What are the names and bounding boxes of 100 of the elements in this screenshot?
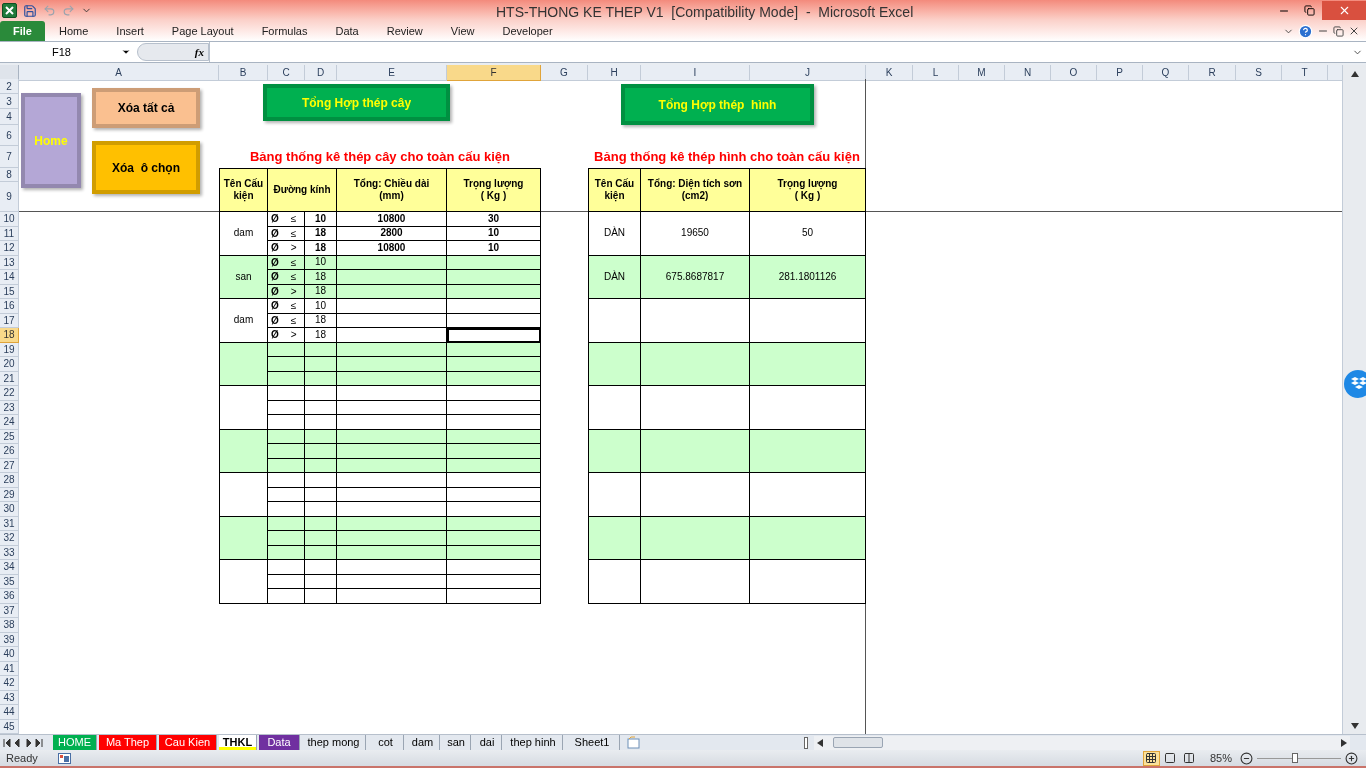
row-heading[interactable]: 16: [0, 299, 19, 314]
diameter-symbol: Ø: [271, 328, 279, 343]
row-heading[interactable]: 3: [0, 94, 19, 109]
ribbon-tab[interactable]: Insert: [102, 21, 158, 41]
comparison-sign: >: [290, 284, 297, 299]
table-cell: 281.1801126: [750, 255, 866, 299]
ribbon-tab[interactable]: Developer: [488, 21, 567, 41]
diameter-symbol: Ø: [271, 212, 279, 227]
diameter-symbol: Ø: [271, 226, 279, 241]
column-heading[interactable]: J: [750, 65, 866, 81]
row-heading[interactable]: 12: [0, 241, 19, 256]
row-heading[interactable]: 34: [0, 560, 19, 575]
column-heading[interactable]: M: [959, 65, 1005, 81]
column-heading[interactable]: S: [1236, 65, 1282, 81]
column-heading[interactable]: G: [541, 65, 588, 81]
diameter-symbol: Ø: [271, 241, 279, 256]
row-heading[interactable]: 30: [0, 502, 19, 517]
column-heading[interactable]: T: [1282, 65, 1328, 81]
table-cell: 18: [305, 241, 337, 256]
table-cell: DÀN: [588, 212, 641, 256]
file-tab[interactable]: File: [0, 21, 45, 41]
row-heading[interactable]: 28: [0, 473, 19, 488]
row-heading[interactable]: 4: [0, 109, 19, 125]
comparison-sign: ≤: [290, 270, 297, 285]
clear-all-button[interactable]: Xóa tất cả: [92, 88, 200, 128]
column-heading[interactable]: H: [588, 65, 641, 81]
row-heading[interactable]: 22: [0, 386, 19, 401]
row-heading[interactable]: 7: [0, 146, 19, 168]
table-cell: 19650: [641, 212, 750, 256]
row-heading[interactable]: 32: [0, 531, 19, 546]
column-heading[interactable]: Q: [1143, 65, 1189, 81]
ribbon-tab[interactable]: View: [436, 21, 489, 41]
row-heading[interactable]: 38: [0, 618, 19, 633]
row-heading[interactable]: 24: [0, 415, 19, 430]
comparison-sign: ≤: [290, 255, 297, 270]
column-heading[interactable]: P: [1097, 65, 1143, 81]
table-cell: 10: [447, 241, 541, 256]
table-cell: 50: [750, 212, 866, 256]
insert-function-button[interactable]: fx: [137, 43, 209, 61]
column-heading[interactable]: C: [268, 65, 305, 81]
row-heading[interactable]: 10: [0, 212, 19, 227]
table-cell: 30: [447, 212, 541, 227]
ribbon-tab[interactable]: Formulas: [247, 21, 322, 41]
ribbon-tab[interactable]: Data: [321, 21, 373, 41]
column-heading[interactable]: I: [641, 65, 750, 81]
comparison-sign: >: [290, 328, 297, 343]
row-heading[interactable]: 8: [0, 168, 19, 182]
column-heading[interactable]: O: [1051, 65, 1097, 81]
row-heading[interactable]: 44: [0, 705, 19, 720]
table-cell: 10: [305, 299, 337, 314]
column-header: Tên Cấu kiện: [588, 168, 641, 212]
row-heading[interactable]: 18: [0, 328, 19, 343]
clear-selection-button[interactable]: Xóa ô chọn: [92, 141, 200, 194]
table-cell: 10800: [337, 241, 447, 256]
column-heading[interactable]: N: [1005, 65, 1051, 81]
column-heading[interactable]: A: [19, 65, 219, 81]
diameter-symbol: Ø: [271, 299, 279, 314]
row-heading[interactable]: 36: [0, 589, 19, 604]
table-cell: 675.8687817: [641, 255, 750, 299]
row-heading[interactable]: 9: [0, 182, 19, 212]
row-heading[interactable]: 6: [0, 125, 19, 146]
column-heading[interactable]: B: [219, 65, 268, 81]
row-heading[interactable]: 2: [0, 79, 19, 94]
component-name: dam: [233, 227, 254, 240]
comparison-sign: ≤: [290, 299, 297, 314]
sheet-tab[interactable]: Ma Thep: [99, 735, 157, 750]
column-header: Đường kính: [268, 168, 337, 212]
column-header: Tổng: Chiều dài (mm): [337, 168, 447, 212]
diameter-symbol: Ø: [271, 313, 279, 328]
sheet-tab[interactable]: Cau Kien: [159, 735, 217, 750]
table-title: Bảng thống kê thép cây cho toàn cấu kiện: [249, 148, 510, 167]
table-cell: 10: [305, 212, 337, 227]
ribbon-tab[interactable]: Page Layout: [157, 21, 248, 41]
column-heading[interactable]: F: [447, 65, 541, 81]
column-heading[interactable]: E: [337, 65, 447, 81]
ribbon-tab[interactable]: Home: [45, 21, 103, 41]
column-header: Tên Cấu kiện: [219, 168, 268, 212]
window-title: HTS-THONG KE THEP V1 [Compatibility Mode] - Microsoft Excel: [496, 3, 914, 22]
sheet-tab[interactable]: Data: [259, 735, 300, 750]
column-heading[interactable]: L: [913, 65, 959, 81]
column-header: Trọng lượng ( Kg ): [750, 168, 866, 212]
zoom-level[interactable]: 85%: [1209, 749, 1232, 767]
ribbon-tab[interactable]: Review: [372, 21, 437, 41]
status-text: Ready: [6, 750, 38, 766]
diameter-symbol: Ø: [271, 270, 279, 285]
column-heading[interactable]: R: [1189, 65, 1236, 81]
sheet-tab[interactable]: THKL: [219, 735, 257, 750]
component-name: san: [235, 270, 252, 283]
diameter-symbol: Ø: [271, 255, 279, 270]
name-box[interactable]: F18: [0, 42, 135, 62]
row-heading[interactable]: 20: [0, 357, 19, 372]
component-name: dam: [233, 314, 254, 327]
row-heading[interactable]: 26: [0, 444, 19, 459]
row-heading[interactable]: 14: [0, 270, 19, 285]
diameter-symbol: Ø: [271, 284, 279, 299]
row-heading[interactable]: 40: [0, 647, 19, 662]
column-heading[interactable]: K: [866, 65, 913, 81]
column-heading[interactable]: D: [305, 65, 337, 81]
table-cell: 18: [305, 270, 337, 285]
row-heading[interactable]: 42: [0, 676, 19, 691]
